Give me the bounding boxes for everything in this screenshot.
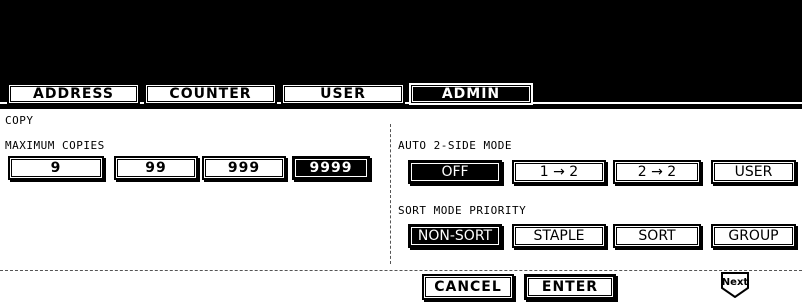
next-label: Next — [722, 277, 749, 288]
sort-staple-button[interactable]: STAPLE — [512, 224, 606, 248]
footer-divider — [0, 270, 802, 271]
display-header-area — [0, 0, 802, 79]
max-copies-999-button[interactable]: 999 — [202, 156, 286, 180]
tab-bar-underline — [0, 105, 802, 109]
tab-address[interactable]: ADDRESS — [7, 83, 140, 105]
sort-group-button[interactable]: GROUP — [711, 224, 796, 248]
section-title: COPY — [5, 114, 34, 127]
enter-button[interactable]: ENTER — [524, 274, 616, 300]
column-divider — [390, 124, 391, 264]
next-icon[interactable]: Next — [719, 272, 751, 298]
auto-2side-label: AUTO 2-SIDE MODE — [398, 139, 512, 152]
tab-user[interactable]: USER — [281, 83, 405, 105]
auto-2side-off-button[interactable]: OFF — [408, 160, 502, 184]
auto-2side-1to2-button[interactable]: 1 → 2 — [512, 160, 606, 184]
tab-counter[interactable]: COUNTER — [144, 83, 277, 105]
max-copies-99-button[interactable]: 99 — [114, 156, 198, 180]
sort-priority-label: SORT MODE PRIORITY — [398, 204, 527, 217]
cancel-button[interactable]: CANCEL — [422, 274, 514, 300]
auto-2side-user-button[interactable]: USER — [711, 160, 796, 184]
sort-non-sort-button[interactable]: NON-SORT — [408, 224, 502, 248]
max-copies-9999-button[interactable]: 9999 — [292, 156, 370, 180]
tab-admin[interactable]: ADMIN — [409, 83, 533, 105]
sort-sort-button[interactable]: SORT — [613, 224, 701, 248]
max-copies-label: MAXIMUM COPIES — [5, 139, 105, 152]
auto-2side-2to2-button[interactable]: 2 → 2 — [613, 160, 701, 184]
max-copies-9-button[interactable]: 9 — [8, 156, 104, 180]
